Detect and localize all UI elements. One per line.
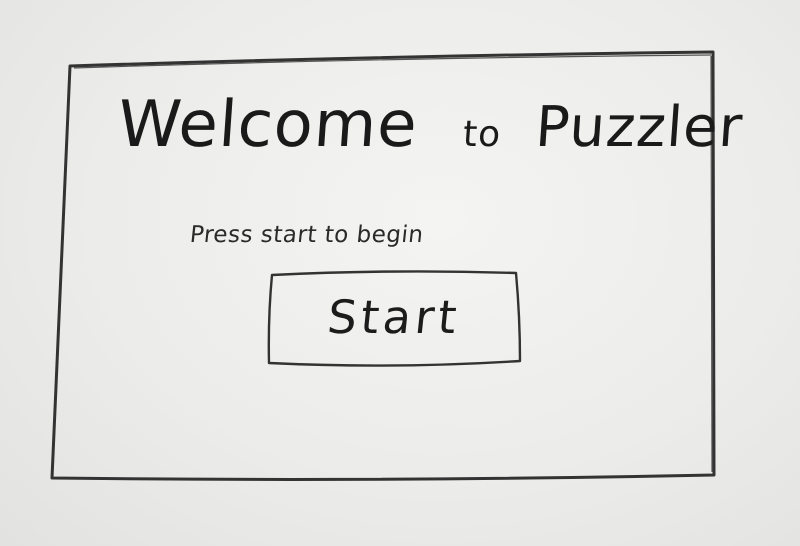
- start-button-label: Start: [324, 290, 464, 344]
- subtitle-instruction: Press start to begin: [188, 222, 425, 248]
- start-button[interactable]: Start: [266, 267, 522, 367]
- title-word-to: to: [461, 114, 503, 155]
- title-app-name: Puzzler: [533, 95, 746, 160]
- title-word-welcome: Welcome: [115, 88, 421, 162]
- welcome-title: Welcome to Puzzler: [115, 88, 745, 162]
